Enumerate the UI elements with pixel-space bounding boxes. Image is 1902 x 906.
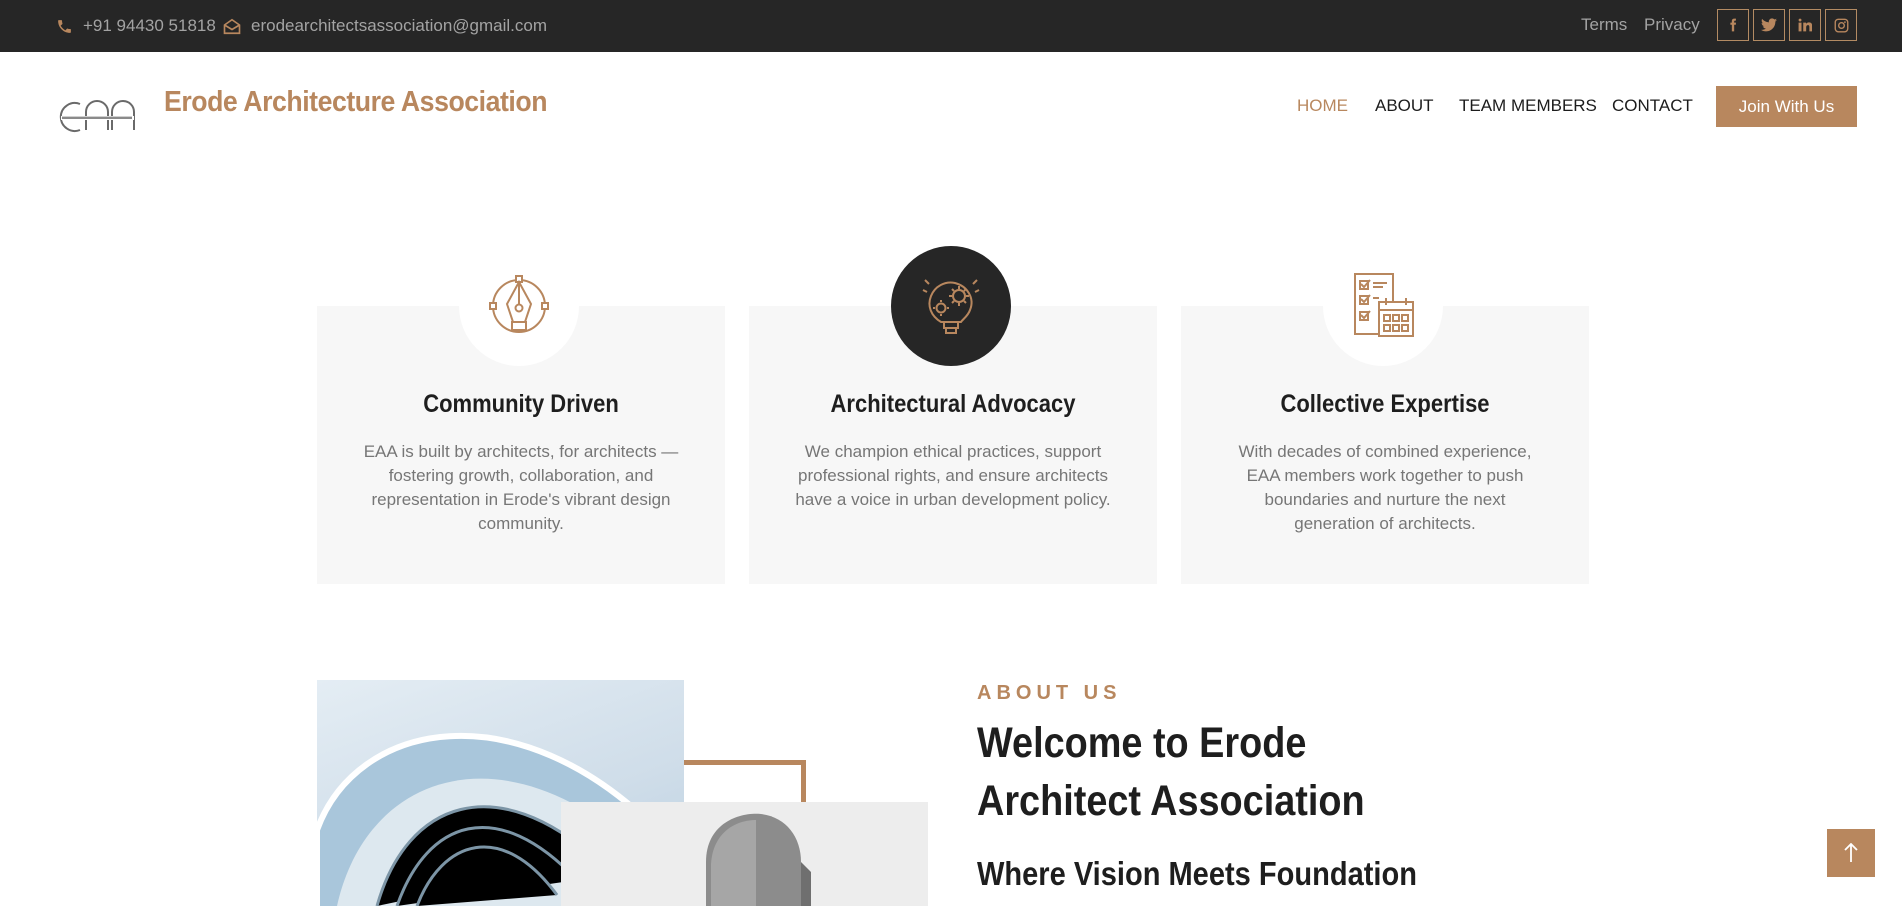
about-subheading: Where Vision Meets Foundation [977, 855, 1417, 892]
linkedin-icon[interactable] [1789, 9, 1821, 41]
pen-tool-icon [459, 246, 579, 366]
decorative-frame [684, 760, 806, 802]
email-contact[interactable]: erodearchitectsassociation@gmail.com [223, 0, 547, 52]
top-bar: +91 94430 51818 erodearchitectsassociati… [0, 0, 1902, 52]
checklist-calendar-icon [1323, 246, 1443, 366]
building-photo-secondary [561, 802, 928, 906]
phone-contact[interactable]: +91 94430 51818 [56, 0, 216, 52]
nav-home[interactable]: HOME [1297, 96, 1348, 116]
nav-team-members[interactable]: TEAM MEMBERS [1459, 96, 1597, 116]
brand-name[interactable]: Erode Architecture Association [164, 86, 548, 119]
privacy-link[interactable]: Privacy [1644, 15, 1700, 35]
envelope-open-icon [223, 18, 241, 34]
feature-text: We champion ethical practices, support p… [795, 442, 1111, 509]
eaa-logo[interactable] [58, 90, 136, 136]
phone-number: +91 94430 51818 [83, 16, 216, 35]
join-with-us-button[interactable]: Join With Us [1716, 86, 1857, 127]
nav-about[interactable]: ABOUT [1375, 96, 1434, 116]
feature-title: Architectural Advocacy [830, 390, 1076, 418]
terms-link[interactable]: Terms [1581, 15, 1627, 35]
facebook-icon[interactable] [1717, 9, 1749, 41]
feature-title: Collective Expertise [1280, 390, 1490, 418]
nav-contact[interactable]: CONTACT [1612, 96, 1693, 116]
feature-title: Community Driven [423, 390, 619, 418]
back-to-top-button[interactable] [1827, 829, 1875, 877]
phone-icon [58, 19, 71, 33]
email-address: erodearchitectsassociation@gmail.com [251, 16, 547, 35]
about-heading: Welcome to Erode Architect Association [977, 719, 1365, 825]
arrow-up-icon [1844, 843, 1858, 862]
feature-text: EAA is built by architects, for architec… [363, 442, 679, 533]
feature-text: With decades of combined experience, EAA… [1238, 442, 1532, 533]
lightbulb-gears-icon [891, 246, 1011, 366]
about-eyebrow: ABOUT US [977, 682, 1122, 704]
twitter-icon[interactable] [1753, 9, 1785, 41]
instagram-icon[interactable] [1825, 9, 1857, 41]
